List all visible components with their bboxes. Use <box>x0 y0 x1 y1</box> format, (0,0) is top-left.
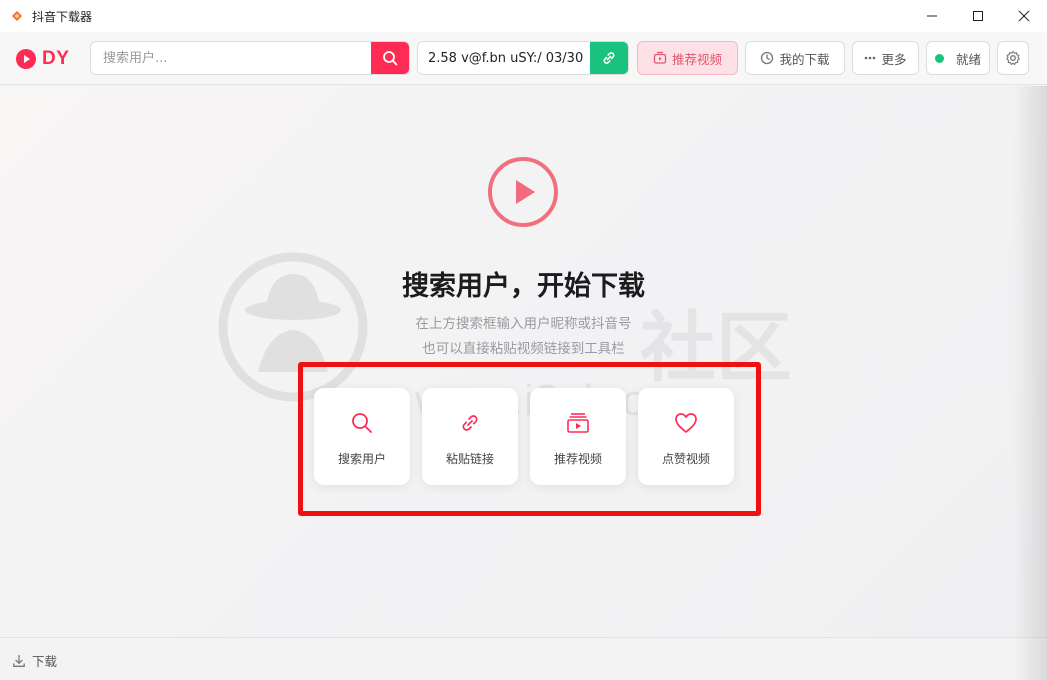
search-button[interactable] <box>371 42 409 74</box>
parse-link-button[interactable] <box>590 42 628 74</box>
clock-icon <box>760 51 774 65</box>
status-indicator: 就绪 <box>926 41 990 75</box>
search-icon <box>352 413 372 433</box>
recommended-videos-button[interactable]: 推荐视频 <box>637 41 738 75</box>
card-label: 推荐视频 <box>553 452 602 466</box>
card-paste-link[interactable]: 粘贴链接 <box>422 388 518 485</box>
link-input[interactable]: 2.58 v@f.bn uSY:/ 03/30 <box>428 51 583 66</box>
search-box <box>90 41 410 75</box>
link-icon <box>603 52 615 64</box>
download-panel-toggle[interactable]: 下载 <box>12 651 57 670</box>
card-recommended-videos[interactable]: 推荐视频 <box>530 388 626 485</box>
maximize-button[interactable] <box>955 0 1001 32</box>
close-button[interactable] <box>1001 0 1047 32</box>
search-input[interactable] <box>91 42 373 74</box>
card-label: 粘贴链接 <box>445 452 494 466</box>
main-content: 社区 www.i3zh.com 搜索用户，开始下载 在上方搜索框输入用户昵称或抖… <box>0 86 1047 638</box>
card-label: 搜索用户 <box>337 452 386 466</box>
window-title: 抖音下载器 <box>32 9 93 24</box>
more-button[interactable]: 更多 <box>852 41 919 75</box>
play-circle-icon <box>488 157 558 227</box>
card-liked-videos[interactable]: 点赞视频 <box>638 388 734 485</box>
play-logo-icon <box>16 49 36 69</box>
my-downloads-button[interactable]: 我的下载 <box>745 41 845 75</box>
subtitle-line-2: 也可以直接粘贴视频链接到工具栏 <box>422 341 625 357</box>
tv-icon <box>653 51 667 65</box>
video-stack-icon <box>567 413 589 433</box>
more-label: 更多 <box>881 51 907 67</box>
title-bar: 抖音下载器 <box>0 0 1047 32</box>
link-icon <box>462 415 478 431</box>
logo-text: DY <box>42 48 70 69</box>
app-logo[interactable]: DY <box>16 48 69 70</box>
close-icon <box>1018 10 1030 22</box>
heart-icon <box>675 413 697 433</box>
more-dots-icon <box>864 56 876 60</box>
footer-bar: 下载 <box>0 637 1047 680</box>
link-input-box[interactable]: 2.58 v@f.bn uSY:/ 03/30 <box>417 41 629 75</box>
gear-icon <box>1006 50 1020 66</box>
card-search-user[interactable]: 搜索用户 <box>314 388 410 485</box>
download-icon <box>12 654 26 668</box>
toolbar: DY 2.58 v@f.bn uSY:/ 03/30 推荐视频 <box>0 32 1047 85</box>
search-icon <box>383 51 398 66</box>
subtitle-line-1: 在上方搜索框输入用户昵称或抖音号 <box>415 316 632 332</box>
my-downloads-label: 我的下载 <box>779 51 830 67</box>
page-title: 搜索用户，开始下载 <box>402 271 645 302</box>
status-label: 就绪 <box>955 51 981 67</box>
minimize-icon <box>927 15 937 17</box>
minimize-button[interactable] <box>909 0 955 32</box>
status-dot <box>934 53 944 63</box>
card-label: 点赞视频 <box>661 452 710 466</box>
settings-button[interactable] <box>997 41 1029 75</box>
maximize-icon <box>973 11 983 21</box>
app-logo-icon <box>10 9 24 23</box>
download-label: 下载 <box>32 654 58 669</box>
recommended-videos-label: 推荐视频 <box>671 51 722 67</box>
